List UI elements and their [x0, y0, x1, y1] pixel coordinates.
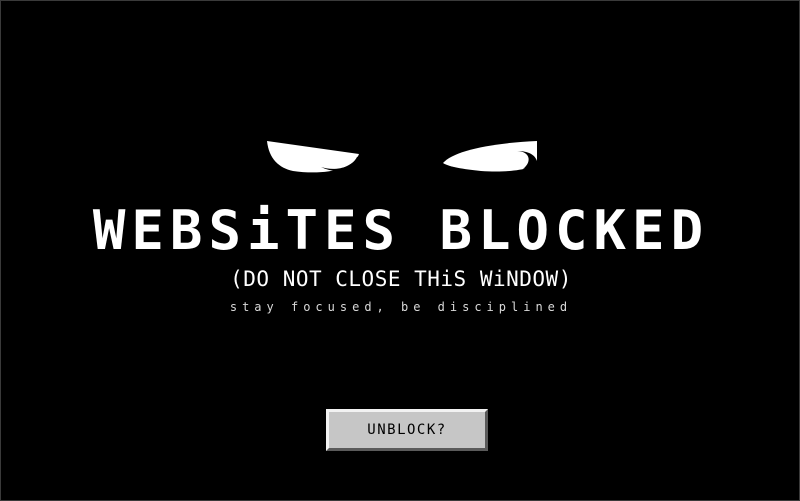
blocker-screen: WEBSiTES BLOCKED (DO NOT CLOSE THiS WiND… — [0, 0, 800, 501]
motivational-tagline: stay focused, be disciplined — [229, 300, 573, 314]
page-title: WEBSiTES BLOCKED — [92, 199, 710, 262]
right-eye-icon — [443, 141, 537, 172]
unblock-button[interactable]: UNBLOCK? — [325, 408, 489, 452]
angry-eyes-icon — [267, 141, 537, 173]
warning-subtitle: (DO NOT CLOSE THiS WiNDOW) — [230, 267, 572, 291]
left-eye-icon — [267, 141, 361, 173]
